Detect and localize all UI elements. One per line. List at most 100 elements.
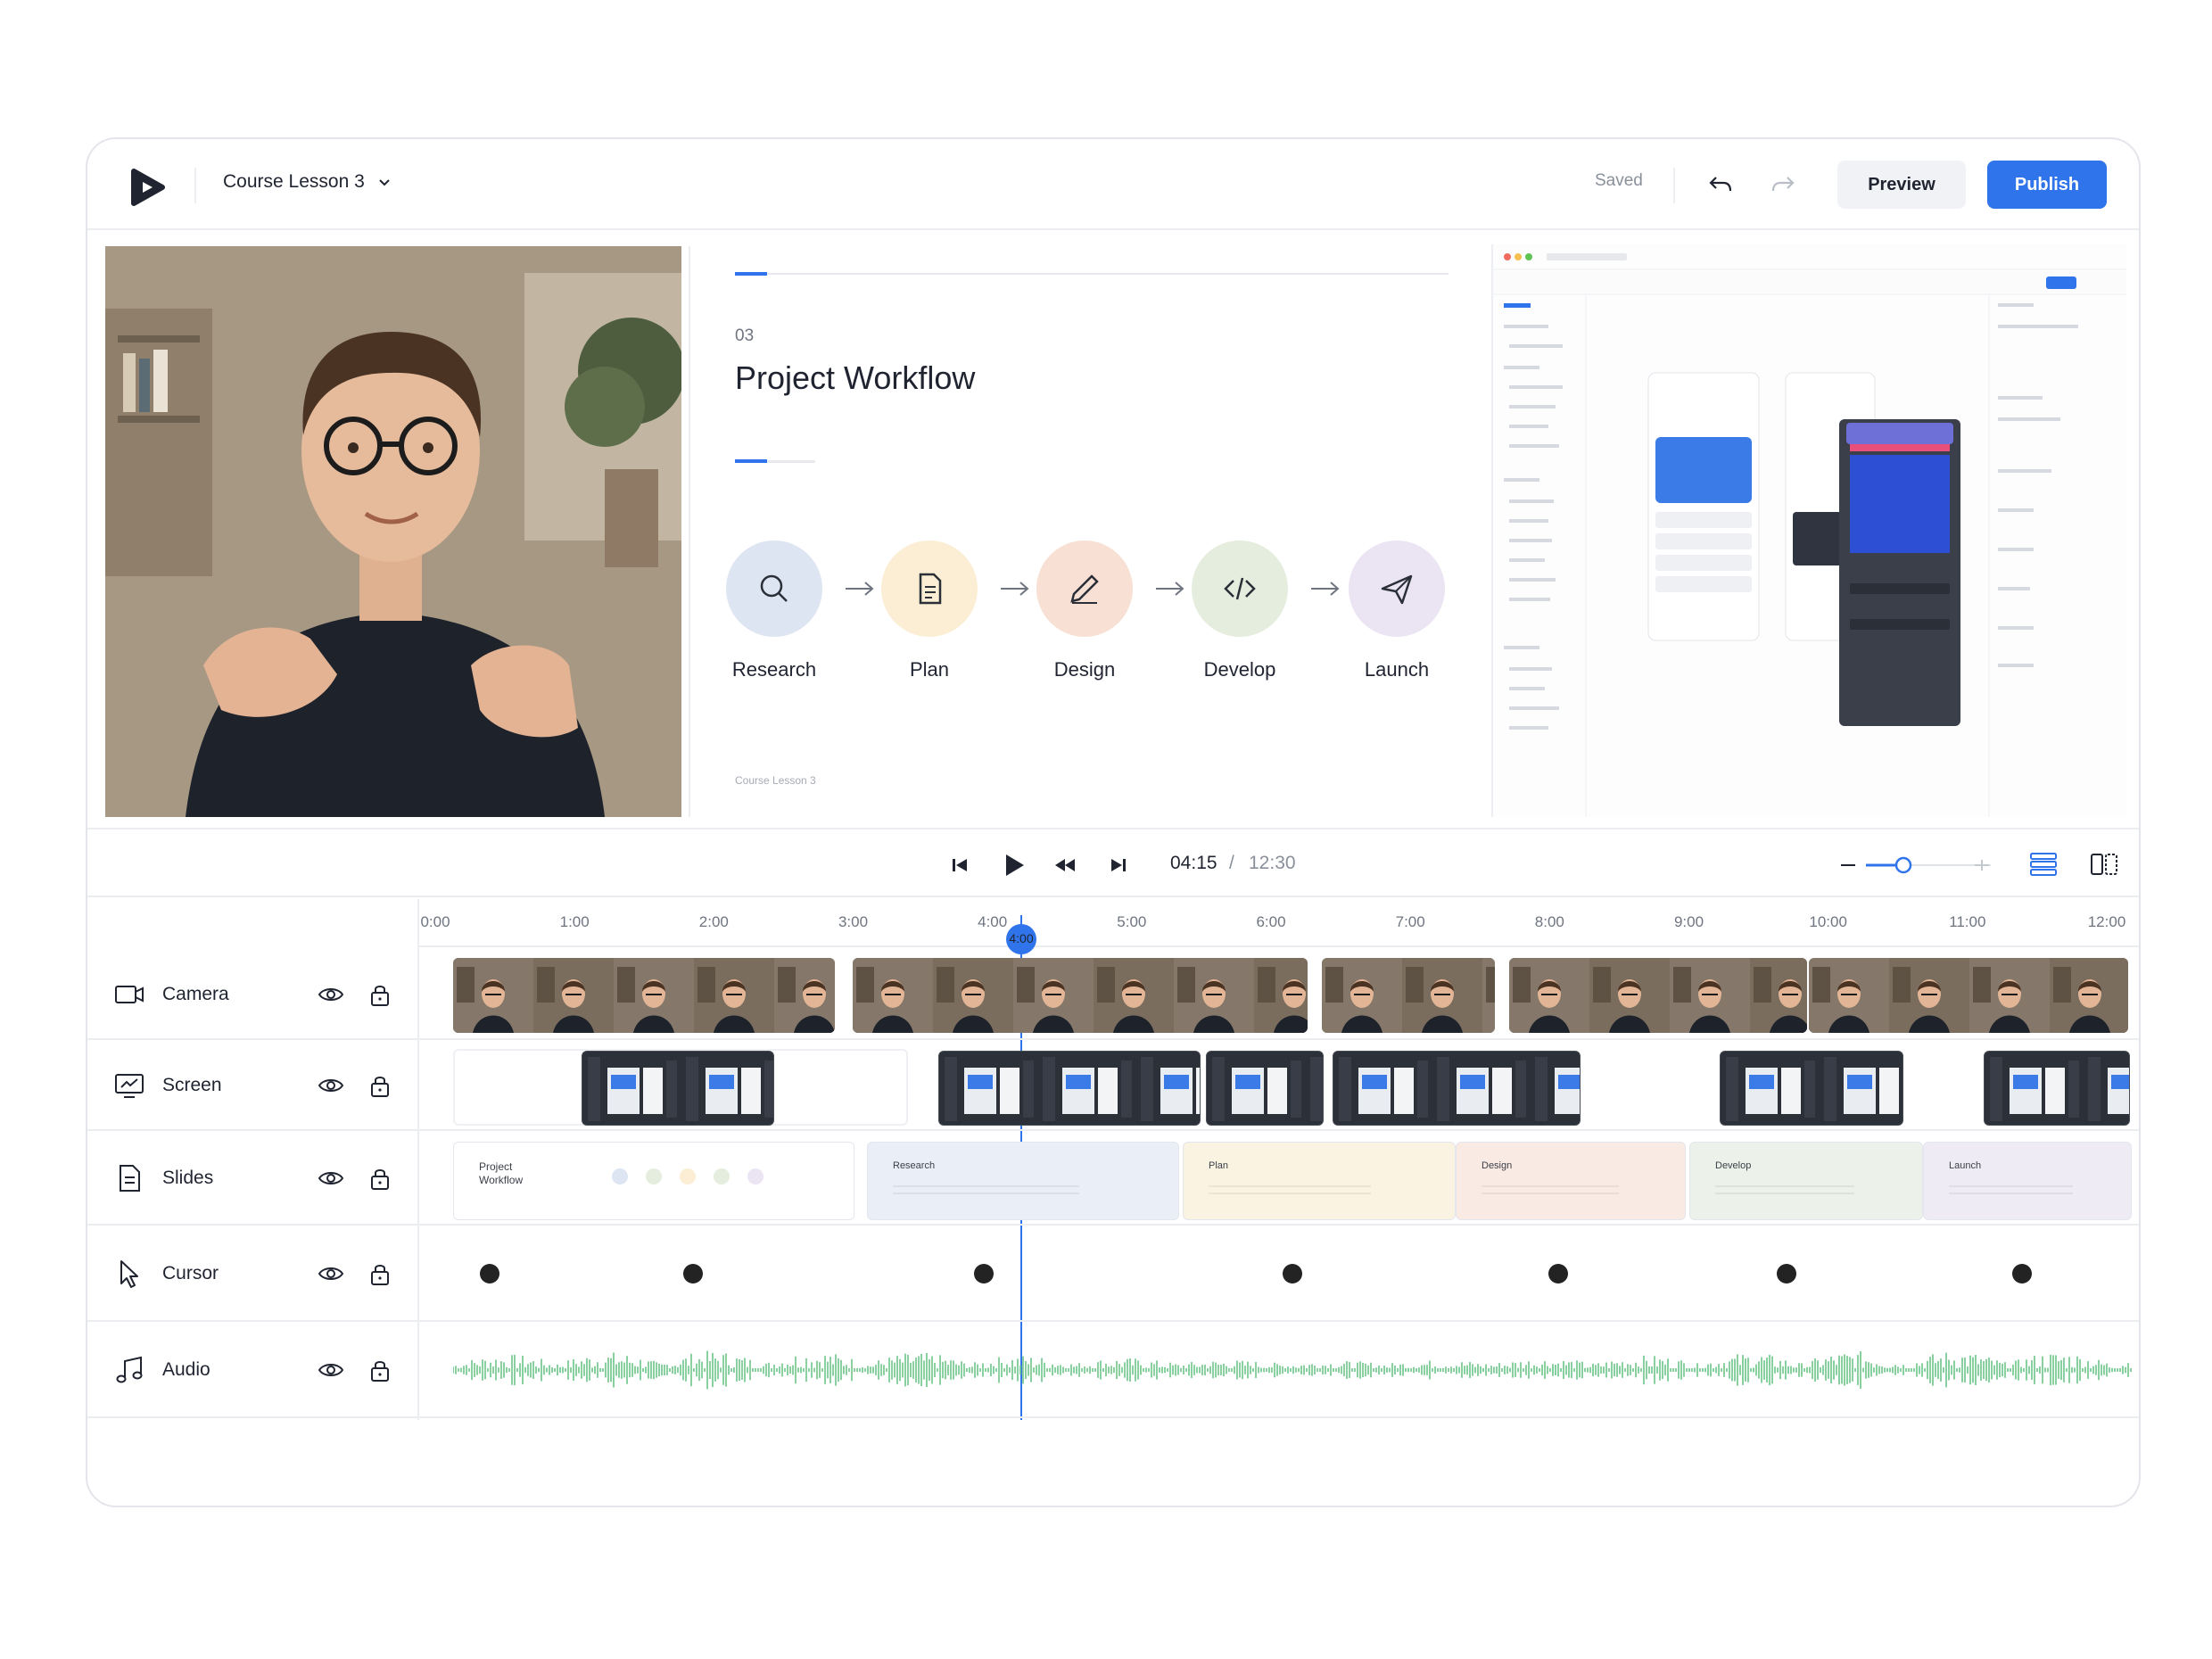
preview-button[interactable]: Preview <box>1837 161 1966 209</box>
skip-to-end-icon[interactable] <box>1106 853 1131 878</box>
track-row-camera: Camera <box>87 949 2139 1040</box>
screen-thumbnails <box>1339 1057 1580 1121</box>
camera-clip[interactable] <box>1809 958 2128 1033</box>
play-icon[interactable] <box>999 851 1028 879</box>
zoom-out-icon[interactable] <box>1837 854 1859 876</box>
step-label: Develop <box>1203 658 1276 681</box>
track-row-slides: Slides Project Workflow Research Plan Design… <box>87 1131 2139 1226</box>
zoom-in-icon[interactable] <box>1971 854 1993 876</box>
cursor-event[interactable] <box>480 1264 499 1283</box>
undo-icon[interactable] <box>1705 169 1736 200</box>
ruler-tick-label: 1:00 <box>559 913 590 930</box>
cursor-arrow-icon <box>120 1260 138 1288</box>
pen-icon <box>1070 574 1099 604</box>
camera-clip[interactable] <box>453 958 835 1033</box>
ruler-tick-label: 0:00 <box>420 913 450 930</box>
slide-clip-text-lines <box>1949 1185 2074 1194</box>
screen-clip[interactable] <box>938 1051 1201 1126</box>
ruler-tick-label: 3:00 <box>838 913 869 930</box>
slide-clip[interactable]: Develop <box>1689 1142 1923 1220</box>
slide-clip-label: Design <box>1482 1160 1513 1171</box>
lock-icon[interactable] <box>369 1358 391 1382</box>
workflow-step-research: Research <box>712 541 837 681</box>
ruler-tick-label: 8:00 <box>1534 913 1564 930</box>
step-circle <box>1349 541 1445 637</box>
header-divider <box>1673 168 1675 203</box>
eye-icon[interactable] <box>318 1260 344 1287</box>
slide-clip-label: Plan <box>1209 1160 1229 1171</box>
timeline-ruler[interactable]: 0:00 1:00 2:00 3:00 4:00 5:00 6:00 7:00 8:00 9:00… <box>419 899 2139 947</box>
lock-icon[interactable] <box>369 1166 391 1191</box>
screen-clip[interactable] <box>1984 1051 2130 1126</box>
track-name: Cursor <box>162 1263 219 1283</box>
lock-icon[interactable] <box>369 1261 391 1286</box>
camera-thumbnails <box>1509 958 1807 1033</box>
eye-icon[interactable] <box>318 1165 344 1192</box>
cursor-event[interactable] <box>683 1264 703 1283</box>
track-header[interactable]: Screen <box>87 1040 419 1129</box>
track-header[interactable]: Slides <box>87 1131 419 1224</box>
eye-icon[interactable] <box>318 981 344 1008</box>
track-row-audio: Audio <box>87 1322 2139 1418</box>
chevron-down-icon[interactable] <box>376 175 392 191</box>
screen-clip[interactable] <box>1206 1051 1324 1126</box>
slide-clip-text-lines <box>1209 1185 1372 1194</box>
video-camera-icon <box>115 986 144 1003</box>
screen-thumbnails <box>1726 1057 1899 1121</box>
slide-clip[interactable]: Research <box>867 1142 1179 1220</box>
slide-clip[interactable]: Plan <box>1183 1142 1456 1220</box>
ruler-tick-label: 9:00 <box>1673 913 1704 930</box>
lock-icon[interactable] <box>369 1073 391 1098</box>
cursor-event[interactable] <box>1548 1264 1568 1283</box>
total-time: 12:30 <box>1249 853 1296 873</box>
camera-clip[interactable] <box>1509 958 1807 1033</box>
workflow-step-launch: Launch <box>1334 541 1459 681</box>
current-time: 04:15 <box>1170 853 1217 873</box>
track-name: Audio <box>162 1359 210 1380</box>
code-icon <box>1224 577 1256 600</box>
lock-icon[interactable] <box>369 982 391 1007</box>
stacked-tracks-icon[interactable] <box>2028 849 2059 879</box>
redo-icon[interactable] <box>1768 169 1798 200</box>
step-circle <box>726 541 822 637</box>
workflow-thumbnail <box>612 1168 763 1184</box>
ruler-tick-label: 2:00 <box>698 913 729 930</box>
track-name: Camera <box>162 984 229 1004</box>
track-header[interactable]: Cursor <box>87 1226 419 1320</box>
camera-preview <box>105 246 681 817</box>
eye-icon[interactable] <box>318 1072 344 1099</box>
workflow-step-plan: Plan <box>867 541 992 681</box>
top-bar: Course Lesson 3 Saved Preview Publish <box>87 139 2139 230</box>
cursor-event[interactable] <box>974 1264 994 1283</box>
document-icon <box>919 573 942 605</box>
screen-thumbnails <box>945 1057 1200 1121</box>
cursor-event[interactable] <box>1777 1264 1796 1283</box>
rewind-icon[interactable] <box>1052 853 1077 878</box>
workflow-step-design: Design <box>1022 541 1147 681</box>
slide-clip[interactable]: Launch <box>1923 1142 2132 1220</box>
project-title[interactable]: Course Lesson 3 <box>223 171 365 193</box>
step-label: Design <box>1053 658 1116 681</box>
screen-clip[interactable] <box>1333 1051 1581 1126</box>
camera-clip[interactable] <box>853 958 1308 1033</box>
save-status: Saved <box>1595 171 1643 190</box>
track-name: Screen <box>162 1075 222 1095</box>
presenter-image <box>105 246 681 817</box>
track-header[interactable]: Audio <box>87 1322 419 1416</box>
cursor-event[interactable] <box>1283 1264 1302 1283</box>
screen-clip[interactable] <box>1720 1051 1903 1126</box>
audio-waveform[interactable] <box>453 1322 2132 1418</box>
app-logo-icon[interactable] <box>128 166 168 209</box>
split-view-icon[interactable] <box>2089 849 2119 879</box>
send-icon <box>1381 574 1413 605</box>
skip-to-start-icon[interactable] <box>947 853 972 878</box>
screen-clip[interactable] <box>582 1051 774 1126</box>
track-header[interactable]: Camera <box>87 949 419 1038</box>
track-row-screen: Screen <box>87 1040 2139 1131</box>
slide-clip[interactable]: Design <box>1456 1142 1686 1220</box>
camera-clip[interactable] <box>1322 958 1495 1033</box>
publish-button[interactable]: Publish <box>1987 161 2107 209</box>
cursor-event[interactable] <box>2012 1264 2032 1283</box>
eye-icon[interactable] <box>318 1357 344 1383</box>
slide-clip[interactable]: Project Workflow <box>453 1142 854 1220</box>
